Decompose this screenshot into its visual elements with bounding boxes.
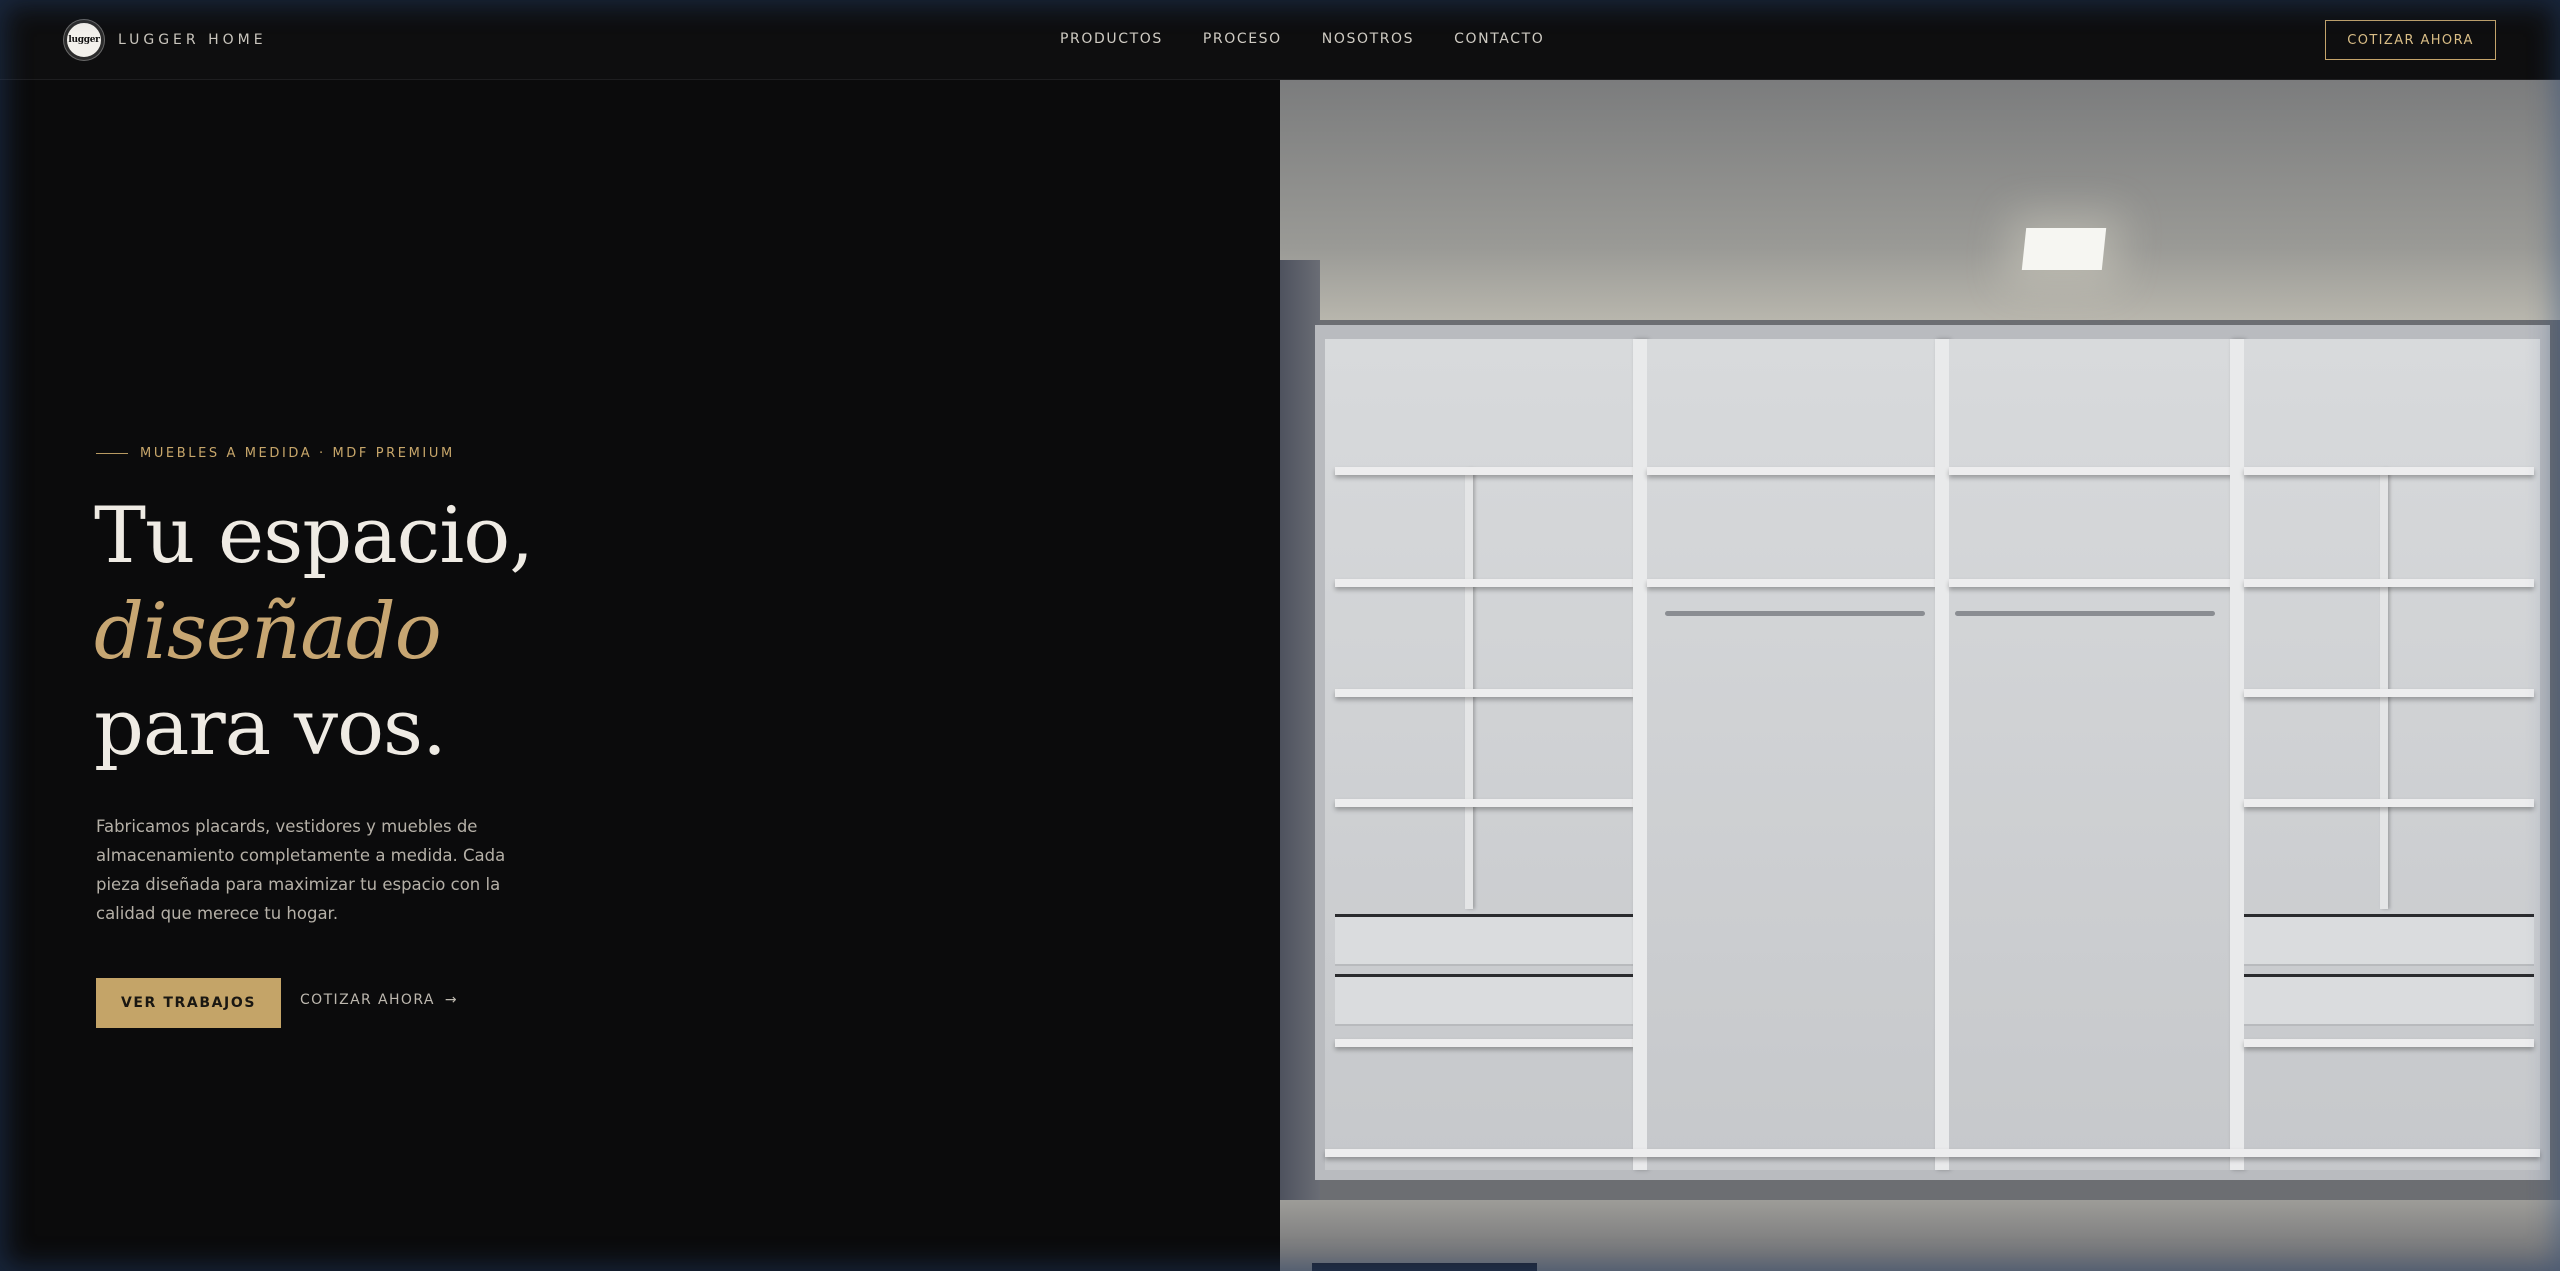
center-shelf: [1647, 467, 1937, 475]
arrow-right-icon: →: [444, 992, 459, 1008]
hanging-rod: [1955, 611, 2215, 616]
right-shelf: [2244, 689, 2534, 697]
main-nav: PRODUCTOS PROCESO NOSOTROS CONTACTO: [1060, 31, 1544, 47]
wardrobe-unit: [1315, 325, 2550, 1180]
nav-link-nosotros[interactable]: NOSOTROS: [1322, 31, 1414, 47]
header-quote-button[interactable]: COTIZAR AHORA: [2325, 20, 2496, 60]
wardrobe-post: [1633, 339, 1647, 1170]
wardrobe-hanging-section: [1949, 339, 2233, 1170]
hanging-rod: [1665, 611, 1925, 616]
right-shelf: [2244, 579, 2534, 587]
photo-ceiling-light: [2021, 228, 2107, 270]
left-shelf: [1335, 467, 1635, 475]
right-drawer: [2244, 974, 2534, 1026]
photo-caption-tab: [1312, 1263, 1537, 1271]
wardrobe-base: [1325, 1149, 2540, 1157]
left-shelf: [1335, 689, 1635, 697]
center-shelf: [1949, 467, 2233, 475]
left-shelf: [1335, 799, 1635, 807]
nav-link-productos[interactable]: PRODUCTOS: [1060, 31, 1163, 47]
right-shelf: [2244, 799, 2534, 807]
wardrobe-post: [1935, 339, 1949, 1170]
center-shelf: [1647, 579, 1937, 587]
photo-wall: [1280, 260, 1320, 1271]
headline-accent: diseñado: [94, 587, 442, 677]
photo-ceiling: [1280, 80, 2560, 320]
eyebrow-text: MUEBLES A MEDIDA · MDF PREMIUM: [140, 446, 455, 461]
quote-link-label: COTIZAR AHORA: [300, 992, 435, 1008]
brand-name: LUGGER HOME: [118, 32, 267, 48]
brand-logo: lugger: [64, 20, 104, 60]
left-shelf: [1335, 1039, 1635, 1047]
headline-line-3: para vos.: [94, 683, 447, 773]
hero-image-wardrobe: [1280, 80, 2560, 1271]
brand-logo-text: lugger: [68, 35, 100, 45]
hero-headline: Tu espacio, diseñado para vos.: [94, 488, 534, 776]
hero-description: Fabricamos placards, vestidores y mueble…: [96, 817, 506, 923]
nav-link-proceso[interactable]: PROCESO: [1203, 31, 1282, 47]
left-drawer: [1335, 914, 1635, 966]
view-work-button[interactable]: VER TRABAJOS: [96, 978, 281, 1028]
quote-link[interactable]: COTIZAR AHORA →: [300, 992, 458, 1008]
center-shelf: [1949, 579, 2233, 587]
right-shelf: [2244, 467, 2534, 475]
headline-line-1: Tu espacio,: [94, 491, 534, 581]
brand[interactable]: lugger LUGGER HOME: [64, 20, 267, 60]
hero-eyebrow: MUEBLES A MEDIDA · MDF PREMIUM: [96, 446, 455, 461]
photo-floor: [1280, 1200, 2560, 1271]
site-header: lugger LUGGER HOME PRODUCTOS PROCESO NOS…: [0, 0, 2560, 80]
right-shelf: [2244, 1039, 2534, 1047]
wardrobe-post: [2230, 339, 2244, 1170]
left-drawer: [1335, 974, 1635, 1026]
eyebrow-rule: [96, 453, 128, 454]
nav-link-contacto[interactable]: CONTACTO: [1454, 31, 1544, 47]
right-drawer: [2244, 914, 2534, 966]
left-shelf: [1335, 579, 1635, 587]
wardrobe-hanging-section: [1647, 339, 1937, 1170]
